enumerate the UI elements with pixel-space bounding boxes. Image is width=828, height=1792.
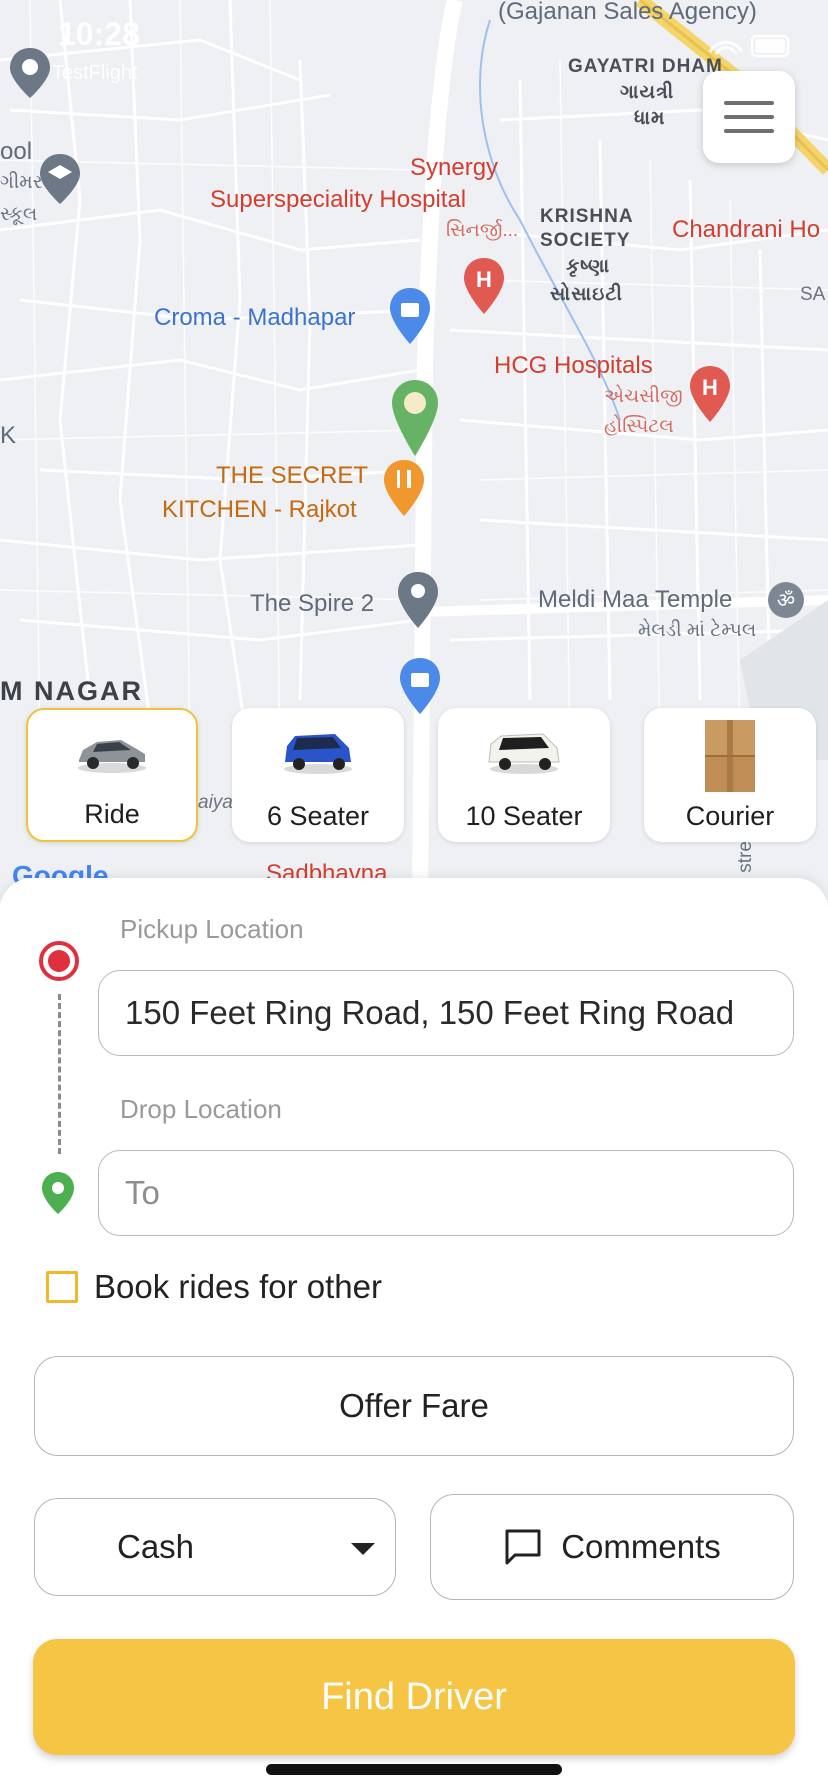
map-label-synergy-2: Superspeciality Hospital xyxy=(210,186,467,213)
map-label-chandrani: Chandrani Ho xyxy=(672,216,821,243)
svg-text:H: H xyxy=(476,267,492,292)
van-icon xyxy=(279,726,357,781)
route-connector xyxy=(58,994,61,1154)
vehicle-type-selector: Ride 6 Seater 10 Seater Courier xyxy=(24,708,828,844)
vehicle-label: 10 Seater xyxy=(465,801,583,831)
vehicle-label: Ride xyxy=(84,799,140,829)
comments-label: Comments xyxy=(561,1528,721,1565)
map-label-croma: Croma - Madhapar xyxy=(154,304,356,331)
map-label-spire: The Spire 2 xyxy=(250,590,375,617)
hamburger-icon xyxy=(724,129,774,133)
hamburger-icon xyxy=(724,115,774,119)
drop-marker-icon xyxy=(40,1170,76,1221)
pickup-location-input[interactable]: 150 Feet Ring Road, 150 Feet Ring Road xyxy=(98,970,794,1056)
book-for-other-checkbox[interactable] xyxy=(46,1271,78,1303)
temple-icon: ॐ xyxy=(766,580,806,625)
home-indicator xyxy=(266,1764,562,1775)
vehicle-label: Courier xyxy=(685,801,775,831)
testflight-pin-icon xyxy=(8,46,52,105)
svg-text:H: H xyxy=(702,375,718,400)
map-label-krishna-gu1: કૃષ્ણા xyxy=(566,256,611,277)
map-label-meldi: Meldi Maa Temple xyxy=(538,586,733,613)
comments-button[interactable]: Comments xyxy=(430,1494,794,1600)
map-label-krishna-2: SOCIETY xyxy=(540,230,631,251)
map-label-hcg-gu1: એચસીજી xyxy=(604,386,683,407)
map-label-sa: SA xyxy=(800,284,826,305)
map-label-stre: stre xyxy=(734,841,756,873)
map-label-hcg: HCG Hospitals xyxy=(494,352,653,379)
map-label-school: ool xyxy=(0,138,33,165)
car-icon xyxy=(73,728,151,781)
current-location-pin-icon xyxy=(390,378,440,463)
vehicle-option-ride[interactable]: Ride xyxy=(26,708,198,842)
drop-location-input[interactable]: To xyxy=(98,1150,794,1236)
status-time: 10:28 xyxy=(58,16,140,52)
map-label-gayatri: GAYATRI DHAM xyxy=(568,56,723,77)
svg-text:ॐ: ॐ xyxy=(777,588,795,612)
comment-icon xyxy=(503,1527,543,1567)
pickup-marker-icon xyxy=(38,940,80,987)
map-label-area: M NAGAR xyxy=(0,676,143,706)
vehicle-option-courier[interactable]: Courier xyxy=(644,708,816,842)
vehicle-option-10-seater[interactable]: 10 Seater xyxy=(438,708,610,842)
payment-method-select[interactable]: Cash xyxy=(34,1498,396,1596)
map-label-k: K xyxy=(0,422,17,449)
map-label-synergy-1: Synergy xyxy=(410,154,499,181)
map-label-gayatri-gu2: ધામ xyxy=(634,108,666,129)
hospital-pin-icon: H xyxy=(688,364,732,429)
landmark-pin-icon xyxy=(396,570,440,635)
find-driver-button[interactable]: Find Driver xyxy=(33,1639,795,1755)
hamburger-icon xyxy=(724,101,774,105)
map-label-krishna-gu2: સોસાઇટી xyxy=(550,284,623,305)
vehicle-option-6-seater[interactable]: 6 Seater xyxy=(232,708,404,842)
map-label-synergy-gu: સિનર્જી... xyxy=(446,220,519,241)
back-to-app-link[interactable]: TestFlight xyxy=(52,62,138,85)
restaurant-pin-icon xyxy=(382,458,426,523)
map-label-school-gu2: સ્કૂલ xyxy=(0,204,38,225)
map-label-meldi-gu: મેલડી માં ટેમ્પલ xyxy=(638,620,757,641)
booking-sheet: Pickup Location 150 Feet Ring Road, 150 … xyxy=(0,878,828,1792)
vehicle-label: 6 Seater xyxy=(266,801,370,831)
map-label-krishna-1: KRISHNA xyxy=(540,206,634,227)
offer-fare-button[interactable]: Offer Fare xyxy=(34,1356,794,1456)
parcel-box-icon xyxy=(701,716,759,799)
book-for-other-row[interactable]: Book rides for other xyxy=(46,1268,382,1306)
map-view[interactable]: 10:28 TestFlight (Gajanan Sales Agency) … xyxy=(0,0,828,900)
menu-button[interactable] xyxy=(703,71,795,163)
map-label-secret-1: THE SECRET xyxy=(216,462,369,489)
school-pin-icon xyxy=(38,152,82,211)
map-label-hcg-gu2: હોસ્પિટલ xyxy=(604,416,674,437)
pickup-title: Pickup Location xyxy=(120,914,304,944)
offer-fare-label: Offer Fare xyxy=(339,1387,489,1424)
map-label-school-gu1: ગીમર xyxy=(0,172,43,193)
minibus-icon xyxy=(485,726,563,781)
chevron-down-icon xyxy=(351,1543,375,1555)
payment-method-value: Cash xyxy=(117,1528,195,1565)
book-for-other-label: Book rides for other xyxy=(94,1268,382,1305)
map-label-gayatri-gu1: ગાયત્રી xyxy=(620,82,675,103)
drop-title: Drop Location xyxy=(120,1094,282,1124)
find-driver-label: Find Driver xyxy=(321,1675,507,1718)
shopping-pin-icon xyxy=(388,286,432,351)
hospital-pin-icon: H xyxy=(462,256,506,321)
map-label-gajanan: (Gajanan Sales Agency) xyxy=(498,0,757,25)
map-label-secret-2: KITCHEN - Rajkot xyxy=(162,496,357,523)
